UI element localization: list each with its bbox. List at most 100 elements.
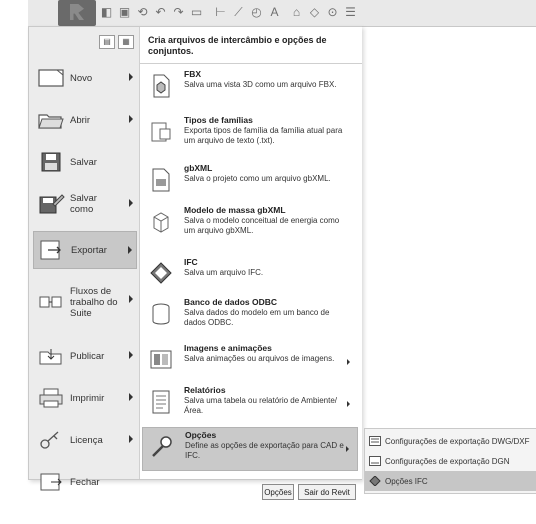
menu-left-column: ▤ ▦ Novo Abrir Salvar Salvar como Export… — [29, 27, 139, 491]
undo-icon[interactable]: ↶ — [154, 5, 167, 19]
export-panel: Cria arquivos de intercâmbio e opções de… — [139, 27, 362, 479]
entry-description: Salva uma vista 3D como um arquivo FBX. — [184, 80, 337, 89]
divider — [140, 63, 362, 64]
application-menu-button[interactable] — [58, 0, 96, 26]
menu-item-imprimir[interactable]: Imprimir — [33, 379, 137, 417]
save-icon[interactable]: ▣ — [118, 5, 131, 19]
entry-description: Salva dados do modelo em um banco de dad… — [184, 308, 330, 327]
submenu-item-ifc-options[interactable]: Opções IFC — [365, 471, 536, 491]
submenu-item-label: Configurações de exportação DWG/DXF — [385, 436, 530, 446]
section-icon[interactable]: ◇ — [308, 5, 321, 19]
print-icon — [36, 384, 66, 412]
submenu-item-dwg-dxf-settings[interactable]: Configurações de exportação DWG/DXF — [365, 431, 536, 451]
menu-item-label: Licença — [70, 434, 103, 446]
ifc-options-icon — [369, 476, 381, 486]
menu-item-fluxos-de-trabalho[interactable]: Fluxos de trabalho do Suite — [33, 281, 137, 323]
entry-description: Define as opções de exportação para CAD … — [185, 441, 344, 460]
3d-view-icon[interactable]: ⌂ — [290, 5, 303, 19]
submenu-arrow-icon — [129, 435, 133, 443]
menu-item-label: Exportar — [71, 244, 107, 256]
family-types-icon — [148, 119, 174, 145]
submenu-arrow-icon — [129, 295, 133, 303]
ifc-icon — [148, 261, 174, 287]
menu-item-abrir[interactable]: Abrir — [33, 101, 137, 139]
redo-icon[interactable]: ↷ — [172, 5, 185, 19]
menu-item-label: Novo — [70, 72, 93, 84]
measure-icon[interactable]: ⊢ — [214, 5, 227, 19]
quick-access-toolbar: ◧ ▣ ⟲ ↶ ↷ ▭ ⊢ ⟋ ◴ A ⌂ ◇ ⊙ ☰ — [28, 0, 536, 27]
dimension-icon[interactable]: ⟋ — [232, 5, 245, 19]
entry-description: Salva um arquivo IFC. — [184, 268, 264, 277]
open-documents-icon[interactable]: ▦ — [118, 35, 134, 49]
submenu-arrow-icon — [129, 115, 133, 123]
entry-title: Opções — [185, 430, 217, 440]
sync-icon[interactable]: ⟲ — [136, 5, 149, 19]
entry-title: FBX — [184, 69, 201, 79]
export-reports[interactable]: Relatórios Salva uma tabela ou relatório… — [142, 383, 358, 431]
save-as-icon — [36, 190, 66, 218]
menu-item-fechar[interactable]: Fechar — [33, 463, 137, 501]
thin-lines-icon[interactable]: ☰ — [344, 5, 357, 19]
license-key-icon — [36, 426, 66, 454]
tag-icon[interactable]: ◴ — [250, 5, 263, 19]
menu-item-salvar[interactable]: Salvar — [33, 143, 137, 181]
export-mass-gbxml[interactable]: Modelo de massa gbXML Salva o modelo con… — [142, 203, 358, 251]
menu-item-label: Fechar — [70, 476, 100, 488]
reports-icon — [148, 389, 174, 415]
submenu-arrow-icon — [346, 446, 349, 452]
publish-icon — [36, 342, 66, 370]
export-odbc[interactable]: Banco de dados ODBC Salva dados do model… — [142, 295, 358, 343]
export-family-types[interactable]: Tipos de famílias Exporta tipos de famíl… — [142, 113, 358, 161]
save-disk-icon — [36, 148, 66, 176]
open-icon[interactable]: ◧ — [100, 5, 113, 19]
options-wrench-icon — [149, 434, 175, 460]
elevation-icon[interactable]: ⊙ — [326, 5, 339, 19]
export-icon — [37, 236, 67, 264]
export-options[interactable]: Opções Define as opções de exportação pa… — [142, 427, 358, 471]
submenu-arrow-icon — [347, 359, 350, 365]
text-icon[interactable]: A — [268, 5, 281, 19]
new-document-icon — [36, 64, 66, 92]
export-images-animations[interactable]: Imagens e animações Salva animações ou a… — [142, 341, 358, 389]
menu-item-publicar[interactable]: Publicar — [33, 337, 137, 375]
menu-item-exportar[interactable]: Exportar — [33, 231, 137, 269]
panel-header: Cria arquivos de intercâmbio e opções de… — [148, 35, 327, 56]
database-icon — [148, 301, 174, 327]
images-icon — [148, 347, 174, 373]
recent-documents-icon[interactable]: ▤ — [99, 35, 115, 49]
menu-item-label: Salvar como — [70, 193, 97, 215]
entry-title: Imagens e animações — [184, 343, 272, 353]
application-menu: ▤ ▦ Novo Abrir Salvar Salvar como Export… — [28, 26, 362, 491]
open-folder-icon — [36, 106, 66, 134]
submenu-item-label: Opções IFC — [385, 476, 428, 486]
gbxml-icon — [148, 167, 174, 193]
menu-item-label: Publicar — [70, 350, 105, 362]
submenu-item-label: Configurações de exportação DGN — [385, 456, 510, 466]
submenu-item-dgn-settings[interactable]: Configurações de exportação DGN — [365, 451, 536, 471]
menu-item-novo[interactable]: Novo — [33, 59, 137, 97]
submenu-arrow-icon — [129, 73, 133, 81]
entry-description: Salva uma tabela ou relatório de Ambient… — [184, 396, 337, 415]
entry-title: Relatórios — [184, 385, 226, 395]
entry-description: Salva o projeto como um arquivo gbXML. — [184, 174, 331, 183]
entry-description: Salva animações ou arquivos de imagens. — [184, 354, 335, 363]
print-icon[interactable]: ▭ — [190, 5, 203, 19]
exit-revit-button[interactable]: Sair do Revit — [298, 484, 356, 500]
revit-logo-icon — [70, 4, 84, 20]
options-button[interactable]: Opções — [262, 484, 294, 500]
export-gbxml[interactable]: gbXML Salva o projeto como um arquivo gb… — [142, 161, 358, 209]
entry-title: Banco de dados ODBC — [184, 297, 278, 307]
menu-item-licenca[interactable]: Licença — [33, 421, 137, 459]
suite-workflows-icon — [36, 288, 66, 316]
menu-item-label: Imprimir — [70, 392, 105, 404]
export-fbx[interactable]: FBX Salva uma vista 3D como um arquivo F… — [142, 67, 358, 115]
entry-title: IFC — [184, 257, 198, 267]
entry-title: Modelo de massa gbXML — [184, 205, 286, 215]
menu-item-salvar-como[interactable]: Salvar como — [33, 185, 137, 223]
mass-model-icon — [148, 209, 174, 235]
entry-title: Tipos de famílias — [184, 115, 253, 125]
close-document-icon — [36, 468, 66, 496]
menu-item-label: Abrir — [70, 114, 91, 126]
submenu-arrow-icon — [128, 246, 132, 254]
submenu-arrow-icon — [129, 199, 133, 207]
